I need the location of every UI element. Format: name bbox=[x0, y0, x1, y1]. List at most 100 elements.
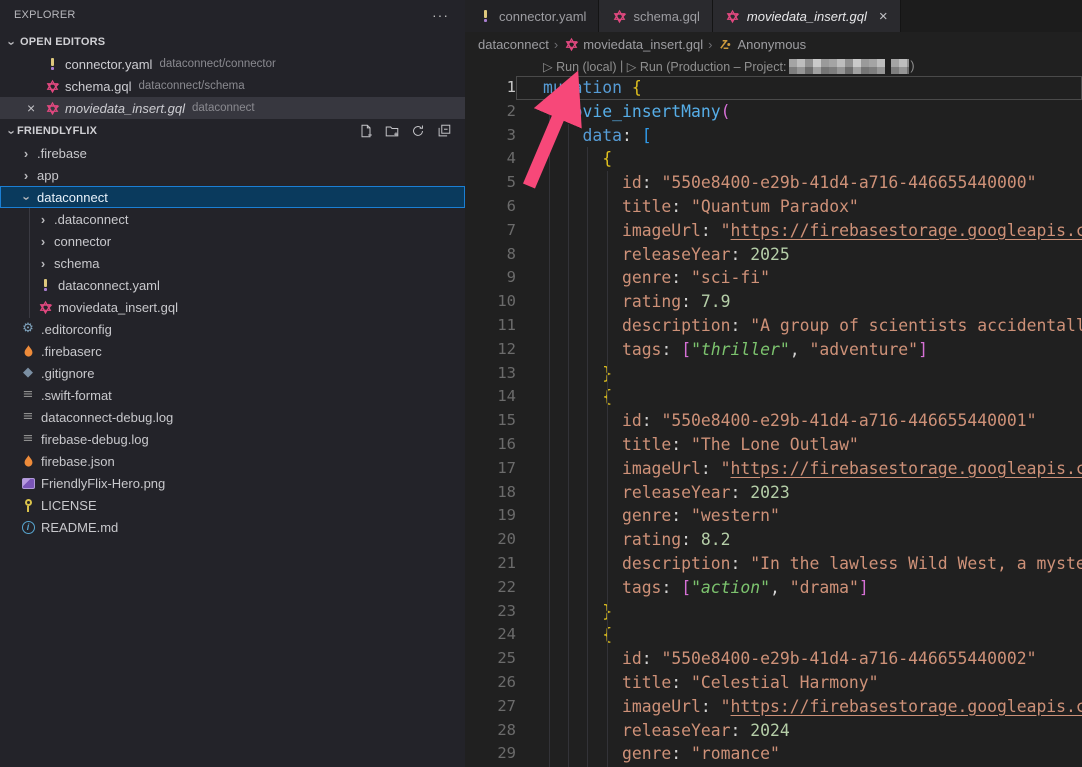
tree-item-label: .swift-format bbox=[41, 388, 112, 403]
line-number: 28 bbox=[465, 719, 516, 743]
code-line-21: 21 description: "In the lawless Wild Wes… bbox=[465, 552, 1082, 576]
line-number: 9 bbox=[465, 266, 516, 290]
breadcrumb: dataconnect›moviedata_insert.gql›Anonymo… bbox=[465, 32, 1082, 56]
line-number: 24 bbox=[465, 623, 516, 647]
code-line-16: 16 title: "The Lone Outlaw" bbox=[465, 433, 1082, 457]
close-icon[interactable]: × bbox=[879, 8, 888, 25]
line-number: 20 bbox=[465, 528, 516, 552]
line-number: 18 bbox=[465, 481, 516, 505]
tree-item-label: .firebaserc bbox=[41, 344, 102, 359]
new-folder-icon[interactable] bbox=[384, 123, 400, 139]
file-path: dataconnect/schema bbox=[138, 80, 244, 92]
code-line-10: 10 rating: 7.9 bbox=[465, 290, 1082, 314]
code-line-18: 18 releaseYear: 2023 bbox=[465, 481, 1082, 505]
file-name: moviedata_insert.gql bbox=[65, 101, 185, 116]
workspace-section[interactable]: › FRIENDLYFLIX bbox=[0, 120, 465, 142]
tab-moviedata-insert-gql[interactable]: moviedata_insert.gql × bbox=[713, 0, 901, 32]
vscode-window: { "colors": { "graphql_pink": "#e0487f",… bbox=[0, 0, 1082, 767]
chevron-down-icon: › bbox=[4, 37, 19, 49]
open-editor-moviedata-insert-gql[interactable]: × moviedata_insert.gql dataconnect bbox=[0, 97, 465, 119]
tree-item-license[interactable]: LICENSE bbox=[0, 494, 465, 516]
tree-item-firebase[interactable]: ›.firebase bbox=[0, 142, 465, 164]
tree-item-schema[interactable]: ›schema bbox=[0, 252, 465, 274]
tree-item-label: README.md bbox=[41, 520, 118, 535]
breadcrumb-moviedata-insert-gql[interactable]: moviedata_insert.gql bbox=[563, 36, 703, 52]
file-path: dataconnect bbox=[192, 102, 255, 114]
code-line-23: 23 } bbox=[465, 600, 1082, 624]
code-line-17: 17 imageUrl: "https://firebasestorage.go… bbox=[465, 457, 1082, 481]
tree-item-label: .editorconfig bbox=[41, 322, 112, 337]
code-line-9: 9 genre: "sci-fi" bbox=[465, 266, 1082, 290]
operation-symbol-icon bbox=[718, 36, 734, 52]
open-editors-section[interactable]: › OPEN EDITORS bbox=[0, 31, 465, 53]
codelens-bar: ▷ Run (local) | ▷ Run (Production – Proj… bbox=[465, 56, 1082, 76]
breadcrumb-label: Anonymous bbox=[738, 37, 807, 52]
yaml-exclamation-icon bbox=[37, 277, 53, 293]
tab-label: moviedata_insert.gql bbox=[747, 9, 867, 24]
line-number: 6 bbox=[465, 195, 516, 219]
run-production-button[interactable]: ▷ Run (Production – Project: bbox=[627, 59, 787, 74]
tree-item-label: FriendlyFlix-Hero.png bbox=[41, 476, 165, 491]
tree-item-app[interactable]: ›app bbox=[0, 164, 465, 186]
tree-item-editorconfig[interactable]: ⚙.editorconfig bbox=[0, 318, 465, 340]
tree-item-connector[interactable]: ›connector bbox=[0, 230, 465, 252]
tree-item-readme-md[interactable]: iREADME.md bbox=[0, 516, 465, 538]
tab-schema-gql[interactable]: schema.gql bbox=[599, 0, 712, 32]
line-number: 21 bbox=[465, 552, 516, 576]
breadcrumb-anonymous[interactable]: Anonymous bbox=[718, 36, 807, 52]
run-local-button[interactable]: ▷ Run (local) bbox=[543, 59, 617, 74]
tree-item-firebase-json[interactable]: firebase.json bbox=[0, 450, 465, 472]
graphql-icon bbox=[37, 299, 53, 315]
breadcrumb-separator: › bbox=[554, 37, 558, 52]
tree-item-moviedata-insert-gql[interactable]: moviedata_insert.gql bbox=[0, 296, 465, 318]
code-line-24: 24 { bbox=[465, 623, 1082, 647]
tab-label: connector.yaml bbox=[499, 9, 586, 24]
explorer-title: EXPLORER bbox=[14, 9, 76, 21]
code-line-29: 29 genre: "romance" bbox=[465, 742, 1082, 766]
code-line-13: 13 } bbox=[465, 362, 1082, 386]
tree-item-friendlyflix-hero-png[interactable]: FriendlyFlix-Hero.png bbox=[0, 472, 465, 494]
tree-item-dataconnect-debug-log[interactable]: ≡dataconnect-debug.log bbox=[0, 406, 465, 428]
line-number: 5 bbox=[465, 171, 516, 195]
line-number: 25 bbox=[465, 647, 516, 671]
chevron-right-icon: › bbox=[20, 168, 32, 183]
tree-item-swift-format[interactable]: ≡.swift-format bbox=[0, 384, 465, 406]
tree-item-dataconnect-yaml[interactable]: dataconnect.yaml bbox=[0, 274, 465, 296]
tree-item-gitignore[interactable]: ◆.gitignore bbox=[0, 362, 465, 384]
tree-item-firebaserc[interactable]: .firebaserc bbox=[0, 340, 465, 362]
code-line-11: 11 description: "A group of scientists a… bbox=[465, 314, 1082, 338]
breadcrumb-label: moviedata_insert.gql bbox=[583, 37, 703, 52]
tree-item-dataconnect[interactable]: ›dataconnect bbox=[0, 186, 465, 208]
line-number: 7 bbox=[465, 219, 516, 243]
tree-item-dataconnect[interactable]: ›.dataconnect bbox=[0, 208, 465, 230]
code-line-8: 8 releaseYear: 2025 bbox=[465, 243, 1082, 267]
close-icon[interactable]: × bbox=[27, 101, 35, 115]
code-editor[interactable]: 1mutation {2 movie_insertMany(3 data: [4… bbox=[465, 76, 1082, 767]
codelens-close-paren: ) bbox=[910, 59, 914, 73]
breadcrumb-label: dataconnect bbox=[478, 37, 549, 52]
collapse-all-icon[interactable] bbox=[436, 123, 452, 139]
line-number: 1 bbox=[465, 76, 516, 100]
tab-label: schema.gql bbox=[633, 9, 699, 24]
code-line-6: 6 title: "Quantum Paradox" bbox=[465, 195, 1082, 219]
code-line-20: 20 rating: 8.2 bbox=[465, 528, 1082, 552]
tree-item-label: dataconnect-debug.log bbox=[41, 410, 173, 425]
open-editors-list: connector.yamldataconnect/connectorschem… bbox=[0, 53, 465, 119]
tab-connector-yaml[interactable]: connector.yaml bbox=[465, 0, 599, 32]
open-editor-connector-yaml[interactable]: connector.yamldataconnect/connector bbox=[0, 53, 465, 75]
open-editor-schema-gql[interactable]: schema.gql dataconnect/schema bbox=[0, 75, 465, 97]
open-editors-title: OPEN EDITORS bbox=[20, 36, 105, 48]
graphql-icon bbox=[611, 8, 627, 24]
file-name: schema.gql bbox=[65, 79, 131, 94]
new-file-icon[interactable] bbox=[358, 123, 374, 139]
code-line-4: 4 { bbox=[465, 147, 1082, 171]
line-number: 3 bbox=[465, 124, 516, 148]
refresh-icon[interactable] bbox=[410, 123, 426, 139]
breadcrumb-dataconnect[interactable]: dataconnect bbox=[478, 37, 549, 52]
explorer-sidebar: EXPLORER ··· › OPEN EDITORS connector.ya… bbox=[0, 0, 465, 767]
chevron-down-icon: › bbox=[4, 126, 19, 138]
codelens-separator: | bbox=[617, 59, 627, 73]
yaml-exclamation-icon bbox=[477, 8, 493, 24]
more-actions-icon[interactable]: ··· bbox=[432, 10, 449, 20]
tree-item-firebase-debug-log[interactable]: ≡firebase-debug.log bbox=[0, 428, 465, 450]
